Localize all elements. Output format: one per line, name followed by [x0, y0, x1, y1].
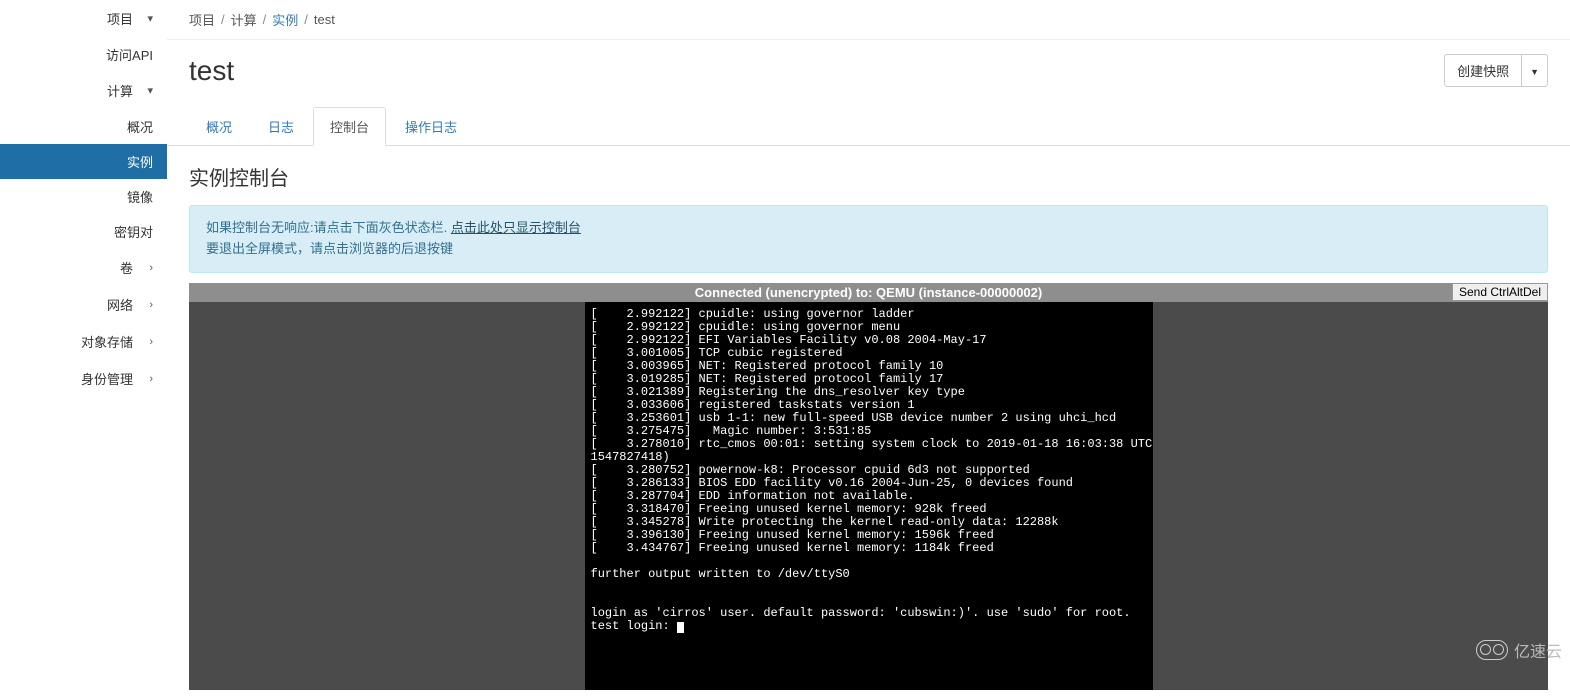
breadcrumb-link[interactable]: 实例 [272, 10, 298, 29]
breadcrumb: 项目 / 计算 / 实例 / test [167, 0, 1570, 40]
console-status-bar[interactable]: Connected (unencrypted) to: QEMU (instan… [189, 283, 1548, 302]
chevron-down-icon: ▾ [133, 12, 153, 25]
show-console-only-link[interactable]: 点击此处只显示控制台 [451, 220, 581, 235]
chevron-down-icon: ▾ [133, 84, 153, 97]
cloud-icon [1476, 640, 1508, 660]
breadcrumb-item: 项目 [189, 10, 215, 29]
chevron-right-icon: › [133, 373, 153, 385]
info-alert: 如果控制台无响应:请点击下面灰色状态栏. 点击此处只显示控制台 要退出全屏模式，… [189, 205, 1548, 273]
breadcrumb-sep: / [263, 12, 267, 27]
chevron-right-icon: › [133, 299, 153, 311]
page-title: test [189, 55, 234, 87]
sidebar-item-identity[interactable]: 身份管理 › [0, 360, 167, 397]
sidebar-item-label: 身份管理 [14, 369, 133, 388]
console-body: [ 2.992122] cpuidle: using governor ladd… [189, 302, 1548, 690]
watermark-text: 亿速云 [1514, 638, 1562, 662]
chevron-right-icon: › [133, 336, 153, 348]
sidebar-item-compute[interactable]: 计算 ▾ [0, 72, 167, 109]
alert-text: 如果控制台无响应:请点击下面灰色状态栏. [206, 220, 447, 235]
breadcrumb-item: test [314, 12, 335, 27]
caret-down-icon: ▼ [1530, 67, 1539, 77]
sidebar-item-instances[interactable]: 实例 [0, 144, 167, 179]
breadcrumb-sep: / [304, 12, 308, 27]
sidebar-item-images[interactable]: 镜像 [0, 179, 167, 214]
sidebar-item-overview[interactable]: 概况 [0, 109, 167, 144]
console-container: Connected (unencrypted) to: QEMU (instan… [189, 283, 1548, 690]
chevron-right-icon: › [133, 262, 153, 274]
tab-action-log[interactable]: 操作日志 [388, 107, 474, 145]
main-content: 项目 / 计算 / 实例 / test test 创建快照 ▼ 概况 日志 控制台 操… [167, 0, 1570, 700]
sidebar-item-object-storage[interactable]: 对象存储 › [0, 323, 167, 360]
create-snapshot-button[interactable]: 创建快照 [1444, 54, 1522, 87]
sidebar-item-volumes[interactable]: 卷 › [0, 249, 167, 286]
action-button-group: 创建快照 ▼ [1444, 54, 1548, 87]
sidebar-item-project[interactable]: 项目 ▾ [0, 0, 167, 37]
sidebar-item-network[interactable]: 网络 › [0, 286, 167, 323]
tab-bar: 概况 日志 控制台 操作日志 [167, 93, 1570, 146]
watermark: 亿速云 [1476, 638, 1562, 662]
sidebar-item-keypairs[interactable]: 密钥对 [0, 214, 167, 249]
breadcrumb-sep: / [221, 12, 225, 27]
sidebar-item-label: 项目 [14, 9, 133, 28]
breadcrumb-item: 计算 [231, 10, 257, 29]
sidebar-item-label: 网络 [14, 295, 133, 314]
sidebar-item-label: 对象存储 [14, 332, 133, 351]
sidebar-item-api[interactable]: 访问API [0, 37, 167, 72]
tab-overview[interactable]: 概况 [189, 107, 249, 145]
send-ctrlaltdel-button[interactable]: Send CtrlAltDel [1452, 283, 1548, 301]
tab-log[interactable]: 日志 [251, 107, 311, 145]
section-title: 实例控制台 [167, 146, 1570, 201]
sidebar: 项目 ▾ 访问API 计算 ▾ 概况 实例 镜像 密钥对 卷 › 网络 › 对象… [0, 0, 167, 700]
sidebar-item-label: 计算 [14, 81, 133, 100]
action-dropdown-toggle[interactable]: ▼ [1522, 54, 1548, 87]
terminal-output[interactable]: [ 2.992122] cpuidle: using governor ladd… [585, 302, 1153, 690]
alert-text: 要退出全屏模式，请点击浏览器的后退按键 [206, 241, 453, 256]
sidebar-item-label: 卷 [14, 258, 133, 277]
tab-console[interactable]: 控制台 [313, 107, 386, 146]
